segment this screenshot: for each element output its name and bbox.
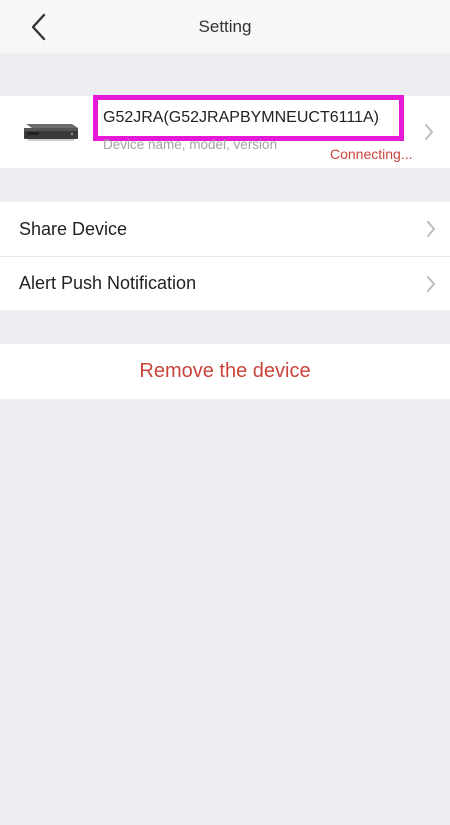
chevron-right-icon	[425, 124, 433, 140]
nav-header: Setting	[0, 0, 450, 53]
chevron-right-icon	[427, 276, 435, 292]
back-button[interactable]	[24, 12, 52, 42]
device-subtitle: Device name, model, version	[103, 137, 278, 152]
remove-device-button[interactable]: Remove the device	[0, 344, 450, 399]
settings-menu: Share Device Alert Push Notification	[0, 202, 450, 310]
share-device-item[interactable]: Share Device	[0, 202, 450, 256]
share-device-label: Share Device	[19, 218, 128, 239]
page-title: Setting	[198, 16, 252, 36]
chevron-right-icon	[427, 221, 435, 237]
nvr-device-icon	[24, 124, 78, 141]
settings-screen: Setting G52JRA(G52JRAPBYMNEUCT6111A) Dev…	[0, 0, 450, 825]
connection-status: Connecting...	[330, 146, 413, 162]
chevron-left-icon	[31, 13, 46, 41]
device-name: G52JRA(G52JRAPBYMNEUCT6111A)	[103, 109, 379, 126]
remove-device-label: Remove the device	[139, 360, 311, 382]
alert-push-notification-item[interactable]: Alert Push Notification	[0, 256, 450, 310]
alert-push-notification-label: Alert Push Notification	[19, 273, 197, 293]
